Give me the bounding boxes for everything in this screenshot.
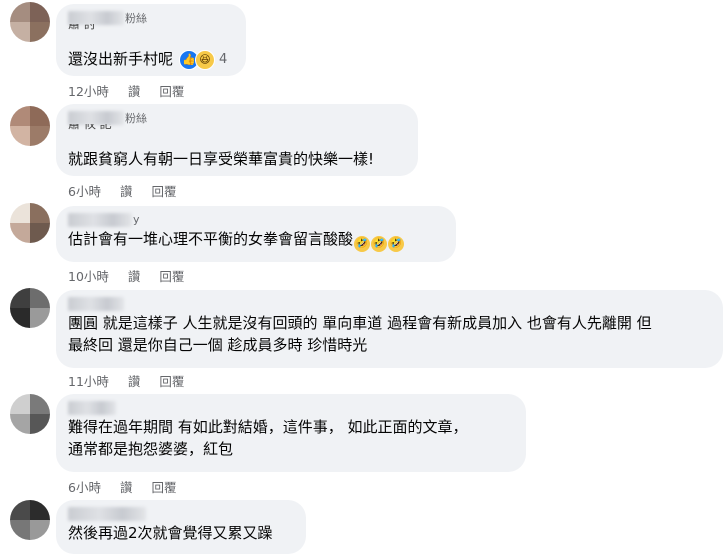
avatar-pixel	[10, 22, 30, 42]
comment-text: 還沒出新手村呢 👍 😆 4	[68, 48, 234, 71]
avatar-pixel	[10, 500, 30, 520]
comment-text: 然後再過2次就會覺得又累又躁	[68, 524, 273, 542]
reactions-summary[interactable]: 👍 😆 4	[179, 49, 227, 71]
fan-badge: 粉絲	[125, 12, 147, 25]
avatar-pixel	[10, 288, 30, 308]
blurred-name	[68, 400, 116, 415]
avatar-pixel	[30, 394, 50, 414]
avatar[interactable]	[10, 288, 50, 328]
comment-meta: 12小時 讚 回覆	[68, 81, 199, 100]
avatar[interactable]	[10, 106, 50, 146]
commenter-name[interactable]	[68, 400, 514, 416]
avatar-pixel	[30, 500, 50, 520]
comment-text-line: 通常都是抱怨婆婆，紅包	[68, 440, 234, 458]
timestamp[interactable]: 12小時	[68, 84, 109, 99]
avatar-pixel	[30, 520, 50, 540]
comment-text-content: 估計會有一堆心理不平衡的女拳會留言酸酸	[68, 230, 354, 248]
timestamp[interactable]: 6小時	[68, 480, 101, 495]
avatar-pixel	[30, 22, 50, 42]
avatar-pixel	[10, 520, 30, 540]
blurred-name	[68, 111, 124, 125]
cut-off-text: 肅 攸 記	[68, 124, 112, 130]
avatar-pixel	[30, 203, 50, 223]
comment-text-line: 難得在過年期間 有如此對結婚，這件事， 如此正面的文章，	[68, 418, 468, 436]
avatar[interactable]	[10, 500, 50, 540]
avatar-pixel	[10, 394, 30, 414]
comment-meta: 11小時 讚 回覆	[68, 371, 199, 390]
reply-button[interactable]: 回覆	[159, 269, 184, 284]
comment-bubble: y 估計會有一堆心理不平衡的女拳會留言酸酸 🤣 🤣 🤣	[56, 206, 456, 262]
commenter-name[interactable]: 粉絲 肅 攸 記	[68, 110, 406, 130]
commenter-name[interactable]	[68, 296, 711, 312]
blurred-name	[68, 506, 146, 521]
commenter-name[interactable]: 粉絲 肅 討	[68, 10, 234, 30]
comment-text-content: 還沒出新手村呢	[68, 50, 174, 68]
comment-bubble: 難得在過年期間 有如此對結婚，這件事， 如此正面的文章， 通常都是抱怨婆婆，紅包	[56, 394, 526, 472]
commenter-name[interactable]: y	[68, 212, 444, 228]
like-button[interactable]: 讚	[128, 374, 141, 389]
timestamp[interactable]: 6小時	[68, 184, 101, 199]
blurred-name	[68, 212, 132, 227]
comment-bubble: 然後再過2次就會覺得又累又躁	[56, 500, 306, 554]
comment-meta: 10小時 讚 回覆	[68, 266, 199, 285]
blurred-name	[68, 11, 124, 25]
avatar-pixel	[10, 223, 30, 243]
timestamp[interactable]: 10小時	[68, 269, 109, 284]
avatar-pixel	[10, 414, 30, 434]
avatar-pixel	[30, 106, 50, 126]
avatar-pixel	[10, 308, 30, 328]
avatar[interactable]	[10, 394, 50, 434]
commenter-name[interactable]	[68, 506, 294, 522]
avatar-pixel	[30, 223, 50, 243]
avatar-pixel	[30, 126, 50, 146]
rolling-laughing-emoji-icon: 🤣	[388, 236, 405, 252]
avatar-pixel	[10, 126, 30, 146]
like-button[interactable]: 讚	[128, 269, 141, 284]
comment-text: 估計會有一堆心理不平衡的女拳會留言酸酸 🤣 🤣 🤣	[68, 228, 444, 252]
avatar-pixel	[10, 106, 30, 126]
avatar-pixel	[10, 2, 30, 22]
avatar-pixel	[10, 203, 30, 223]
reply-button[interactable]: 回覆	[151, 184, 176, 199]
cut-off-text: 肅 討	[68, 24, 96, 30]
avatar[interactable]	[10, 203, 50, 243]
comment-text-line: 團圓 就是這樣子 人生就是沒有回頭的 單向車道 過程會有新成員加入 也會有人先離…	[68, 314, 652, 332]
name-suffix: y	[133, 213, 140, 226]
avatar-pixel	[30, 288, 50, 308]
like-button[interactable]: 讚	[120, 480, 133, 495]
avatar-pixel	[30, 414, 50, 434]
fan-badge: 粉絲	[125, 112, 147, 125]
timestamp[interactable]: 11小時	[68, 374, 109, 389]
blurred-name	[68, 296, 124, 311]
reply-button[interactable]: 回覆	[159, 84, 184, 99]
comment-meta: 6小時 讚 回覆	[68, 477, 191, 496]
like-button[interactable]: 讚	[120, 184, 133, 199]
avatar-pixel	[30, 308, 50, 328]
reply-button[interactable]: 回覆	[159, 374, 184, 389]
comment-bubble: 粉絲 肅 攸 記 就跟貧窮人有朝一日享受榮華富貴的快樂一樣!	[56, 104, 418, 176]
haha-reaction-icon: 😆	[195, 49, 216, 70]
rolling-laughing-emoji-icon: 🤣	[371, 236, 388, 252]
like-button[interactable]: 讚	[128, 84, 141, 99]
comment-text: 就跟貧窮人有朝一日享受榮華富貴的快樂一樣!	[68, 150, 375, 168]
comment-meta: 6小時 讚 回覆	[68, 181, 191, 200]
avatar[interactable]	[10, 2, 50, 42]
comment-text-line: 最終回 還是你自己一個 趁成員多時 珍惜時光	[68, 336, 368, 354]
reply-button[interactable]: 回覆	[151, 480, 176, 495]
comment-bubble: 粉絲 肅 討 還沒出新手村呢 👍 😆 4	[56, 4, 246, 76]
reaction-count: 4	[219, 51, 228, 67]
comment-bubble: 團圓 就是這樣子 人生就是沒有回頭的 單向車道 過程會有新成員加入 也會有人先離…	[56, 290, 723, 368]
avatar-pixel	[30, 2, 50, 22]
rolling-laughing-emoji-icon: 🤣	[354, 236, 371, 252]
